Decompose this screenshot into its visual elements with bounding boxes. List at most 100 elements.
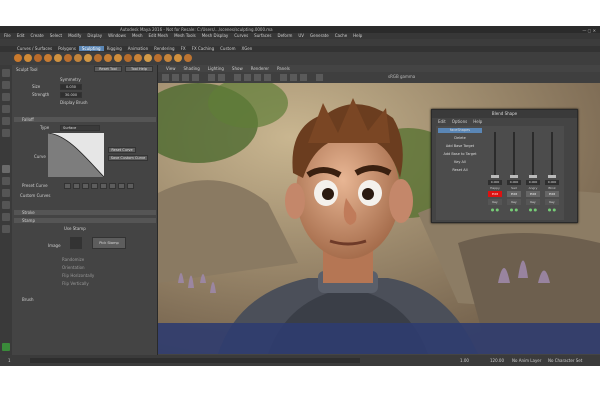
layout-single-icon[interactable] xyxy=(2,165,10,173)
key-target-button[interactable]: Key xyxy=(488,199,502,205)
xray-icon[interactable] xyxy=(300,74,307,81)
tab-animation[interactable]: Animation xyxy=(125,46,151,51)
blend-shape-menu-options[interactable]: Options xyxy=(452,119,467,124)
viewport-menu-renderer[interactable]: Renderer xyxy=(251,66,269,71)
preset-curve-icon[interactable] xyxy=(109,183,116,189)
lasso-tool-icon[interactable] xyxy=(2,81,10,89)
shadows-icon[interactable] xyxy=(280,74,287,81)
image-plane-icon[interactable] xyxy=(192,74,199,81)
tab-fx[interactable]: FX xyxy=(178,46,189,51)
sculpt-brush-icon[interactable] xyxy=(144,54,152,62)
use-stamp-checkbox[interactable]: Use Stamp xyxy=(64,226,86,231)
bookmark-icon[interactable] xyxy=(182,74,189,81)
menu-file[interactable]: File xyxy=(4,33,11,38)
flip-horizontal-option[interactable]: Flip Horizontally xyxy=(62,273,94,278)
preset-curve-icon[interactable] xyxy=(100,183,107,189)
preset-curve-icon[interactable] xyxy=(118,183,125,189)
range-start-field[interactable]: 1.00 xyxy=(460,358,469,363)
reset-tool-button[interactable]: Reset Tool xyxy=(94,66,122,72)
menu-help[interactable]: Help xyxy=(353,33,362,38)
save-custom-curve-button[interactable]: Save Custom Curve xyxy=(108,155,148,161)
slider-track[interactable] xyxy=(513,132,515,178)
slider-knob[interactable] xyxy=(510,175,518,178)
slider-knob[interactable] xyxy=(491,175,499,178)
tab-rigging[interactable]: Rigging xyxy=(104,46,125,51)
menu-cache[interactable]: Cache xyxy=(335,33,347,38)
blend-shape-list-item[interactable]: faceShapes xyxy=(438,128,482,133)
menu-surfaces[interactable]: Surfaces xyxy=(254,33,271,38)
sculpt-brush-icon[interactable] xyxy=(14,54,22,62)
menu-windows[interactable]: Windows xyxy=(108,33,126,38)
symmetry-checkbox[interactable]: Symmetry xyxy=(60,77,81,82)
layout-four-icon[interactable] xyxy=(2,177,10,185)
stamp-image-swatch[interactable] xyxy=(70,237,82,249)
slider-value[interactable]: 0.000 xyxy=(488,180,502,185)
sculpt-brush-icon[interactable] xyxy=(164,54,172,62)
size-field[interactable]: 0.030 xyxy=(60,84,82,90)
sculpt-brush-icon[interactable] xyxy=(114,54,122,62)
menu-modify[interactable]: Modify xyxy=(68,33,81,38)
orientation-option[interactable]: Orientation xyxy=(62,265,85,270)
falloff-curve-graph[interactable] xyxy=(48,133,104,177)
tab-custom[interactable]: Custom xyxy=(217,46,238,51)
viewport-menu-panels[interactable]: Panels xyxy=(277,66,290,71)
sculpt-brush-icon[interactable] xyxy=(124,54,132,62)
key-target-button[interactable]: Key xyxy=(507,199,521,205)
falloff-section[interactable]: Falloff xyxy=(14,117,156,122)
sculpt-brush-icon[interactable] xyxy=(44,54,52,62)
sculpt-brush-icon[interactable] xyxy=(174,54,182,62)
smooth-shade-icon[interactable] xyxy=(244,74,251,81)
film-gate-icon[interactable] xyxy=(218,74,225,81)
preset-curve-icon[interactable] xyxy=(127,183,134,189)
menu-mesh[interactable]: Mesh xyxy=(132,33,143,38)
type-dropdown[interactable]: Surface xyxy=(60,125,100,131)
menu-mesh-display[interactable]: Mesh Display xyxy=(202,33,229,38)
pick-stamp-button[interactable]: Pick Stamp xyxy=(92,237,126,249)
tool-help-button[interactable]: Tool Help xyxy=(125,66,153,72)
select-tool-icon[interactable] xyxy=(2,69,10,77)
edit-target-button[interactable]: Edit xyxy=(545,191,559,197)
preset-curve-icon[interactable] xyxy=(82,183,89,189)
timeline-track[interactable] xyxy=(30,358,360,363)
sculpt-brush-icon[interactable] xyxy=(104,54,112,62)
sculpt-brush-icon[interactable] xyxy=(34,54,42,62)
slider-knob[interactable] xyxy=(529,175,537,178)
display-brush-checkbox[interactable]: Display Brush xyxy=(60,100,88,105)
stroke-section[interactable]: Stroke xyxy=(14,210,156,215)
blend-shape-list-item[interactable]: Add Base Target xyxy=(438,144,482,149)
menu-generate[interactable]: Generate xyxy=(310,33,329,38)
key-target-button[interactable]: Key xyxy=(545,199,559,205)
ambient-occlusion-icon[interactable] xyxy=(290,74,297,81)
key-target-button[interactable]: Key xyxy=(526,199,540,205)
wireframe-icon[interactable] xyxy=(234,74,241,81)
tab-sculpting[interactable]: Sculpting xyxy=(78,46,104,51)
isolate-icon[interactable] xyxy=(316,74,323,81)
menu-select[interactable]: Select xyxy=(50,33,62,38)
menu-display[interactable]: Display xyxy=(87,33,102,38)
menu-edit-mesh[interactable]: Edit Mesh xyxy=(149,33,169,38)
randomize-option[interactable]: Randomize xyxy=(62,257,84,262)
menu-uv[interactable]: UV xyxy=(298,33,304,38)
paint-tool-icon[interactable] xyxy=(2,93,10,101)
menu-edit[interactable]: Edit xyxy=(17,33,25,38)
tab-polygons[interactable]: Polygons xyxy=(55,46,79,51)
menu-curves[interactable]: Curves xyxy=(234,33,248,38)
stamp-section[interactable]: Stamp xyxy=(14,218,156,223)
viewport-menu-lighting[interactable]: Lighting xyxy=(208,66,224,71)
sculpt-brush-icon[interactable] xyxy=(24,54,32,62)
menu-create[interactable]: Create xyxy=(30,33,43,38)
range-end-field[interactable]: 120.00 xyxy=(490,358,504,363)
tab-rendering[interactable]: Rendering xyxy=(151,46,177,51)
sculpt-brush-icon[interactable] xyxy=(84,54,92,62)
sculpt-brush-icon[interactable] xyxy=(184,54,192,62)
tab-fx-caching[interactable]: FX Caching xyxy=(189,46,217,51)
layout-graph-icon[interactable] xyxy=(2,213,10,221)
gamma-label[interactable]: sRGB gamma xyxy=(388,74,415,79)
blend-shape-list-item[interactable]: Key All xyxy=(438,160,482,165)
edit-target-button[interactable]: Edit xyxy=(507,191,521,197)
slider-track[interactable] xyxy=(494,132,496,178)
blend-shape-menu-edit[interactable]: Edit xyxy=(438,119,446,124)
slider-value[interactable]: 0.000 xyxy=(545,180,559,185)
sculpt-brush-icon[interactable] xyxy=(94,54,102,62)
blend-shape-list-item[interactable]: Delete xyxy=(438,136,482,141)
